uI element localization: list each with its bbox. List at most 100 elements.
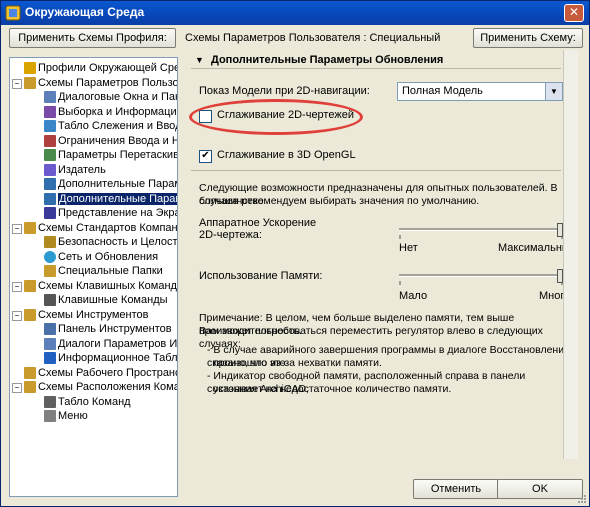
tree-item[interactable]: Табло Команд [44, 395, 131, 409]
antialias-3d-checkbox[interactable]: ✔ [199, 150, 212, 163]
tree-item[interactable]: Меню [44, 409, 88, 423]
tree-item[interactable]: Специальные Папки [44, 264, 163, 278]
tree-item-label: Панель Инструментов [58, 323, 172, 336]
keyboard-icon [44, 294, 56, 307]
tree-item-label: Диалоговые Окна и Панел [58, 91, 177, 104]
nav-mode-select[interactable]: Полная Модель ▼ [397, 82, 563, 101]
cancel-button[interactable]: Отменить [413, 479, 499, 499]
chevron-down-icon[interactable]: ▼ [545, 83, 562, 100]
tree-item[interactable]: − Схемы Клавишных Команд [12, 279, 177, 293]
options-icon [44, 192, 56, 205]
tree-item-label: Схемы Расположения Команд [38, 381, 178, 394]
settings-panel: ▼ Дополнительные Параметры Обновления По… [187, 50, 578, 459]
accel-min-label: Нет [399, 242, 418, 254]
collapse-icon[interactable]: − [12, 223, 22, 234]
collapse-icon[interactable]: − [12, 310, 22, 321]
advanced-text-2: случаев рекомендуем выбирать значения по… [199, 195, 480, 207]
close-button[interactable]: ✕ [564, 4, 584, 22]
menu-icon [44, 410, 56, 423]
options-icon [44, 178, 56, 191]
ok-button[interactable]: OK [497, 479, 583, 499]
tree-item[interactable]: Клавишные Команды [44, 293, 168, 307]
folder-icon [24, 76, 36, 89]
folder-icon [44, 265, 56, 278]
tree-item-label: Меню [58, 410, 88, 423]
info-icon [44, 352, 56, 365]
tree-item[interactable]: − Схемы Расположения Команд [12, 380, 178, 394]
tree-item[interactable]: Представление на Экране [44, 206, 177, 220]
environment-dialog: Окружающая Среда ✕ Применить Схемы Профи… [0, 0, 590, 507]
resize-grip-icon[interactable] [576, 493, 587, 504]
accel-label-1: Аппаратное Ускорение [199, 217, 317, 229]
tree-item[interactable]: Дополнительные Парамет [44, 192, 177, 206]
publisher-icon [44, 163, 56, 176]
antialias-2d-label: Сглаживание 2D-чертежей [217, 109, 354, 121]
antialias-2d-checkbox[interactable] [199, 110, 212, 123]
tree-item[interactable]: Схемы Рабочего Пространства [24, 366, 177, 380]
tree-item[interactable]: Диалоги Параметров Инстр [44, 337, 178, 351]
tree-item-label: Схемы Стандартов Компании [38, 221, 178, 234]
folder-icon [24, 221, 36, 234]
section-title: Дополнительные Параметры Обновления [210, 54, 444, 66]
bullet-2b: указывает на недостаточное количество па… [213, 383, 452, 395]
accel-slider-ticks [399, 235, 563, 239]
tree-item-label: Схемы Инструментов [38, 308, 149, 321]
folder-icon [24, 308, 36, 321]
collapse-icon[interactable]: − [12, 383, 22, 393]
constraint-icon [44, 134, 56, 147]
memory-label: Использование Памяти: [199, 270, 323, 282]
tree-item[interactable]: Издатель [44, 163, 106, 177]
tree-item-label: Диалоги Параметров Инстр [58, 337, 178, 350]
divider [191, 68, 561, 69]
drag-icon [44, 149, 56, 162]
section-header[interactable]: ▼ Дополнительные Параметры Обновления [195, 54, 443, 66]
tree-item[interactable]: Информационное Табло [44, 351, 177, 365]
scheme-label: Схемы Параметров Пользователя : Специаль… [185, 32, 441, 44]
tree-item-label: Схемы Клавишных Команд [38, 279, 177, 292]
selection-icon [44, 105, 56, 118]
folder-icon [24, 279, 36, 292]
accel-label-2: 2D-чертежа: [199, 229, 262, 241]
bullet-1b: произошло из-за нехватки памяти. [213, 357, 382, 369]
tree-item[interactable]: Табло Слежения и Ввод Ко [44, 119, 177, 133]
tracker-icon [44, 120, 56, 133]
collapse-icon[interactable]: − [12, 78, 22, 89]
tree-item-label: Профили Окружающей Среды [38, 62, 177, 75]
tree-item[interactable]: − Схемы Стандартов Компании [12, 221, 178, 235]
title-bar[interactable]: Окружающая Среда ✕ [1, 1, 589, 25]
dialog-icon [44, 91, 56, 104]
tree-item-label: Дополнительные Парамет [58, 178, 177, 191]
accel-slider-track[interactable] [399, 228, 563, 231]
tree-item-label: Дополнительные Парамет [58, 192, 177, 205]
tree-item-label: Параметры Перетаскивани [58, 149, 177, 162]
tree-item[interactable]: Дополнительные Парамет [44, 177, 177, 191]
nav-mode-value: Полная Модель [402, 85, 483, 97]
tree-item-label: Табло Слежения и Ввод Ко [58, 120, 177, 133]
memory-min-label: Мало [399, 290, 428, 302]
nav-mode-label: Показ Модели при 2D-навигации: [199, 85, 370, 97]
tree-item-label: Издатель [58, 163, 106, 176]
collapse-icon[interactable]: − [12, 281, 22, 292]
tree-item[interactable]: Сеть и Обновления [44, 250, 158, 264]
tree-item[interactable]: Профили Окружающей Среды [24, 61, 177, 75]
apply-profile-button[interactable]: Применить Схемы Профиля: [9, 28, 176, 48]
tree-item[interactable]: Выборка и Информация об [44, 105, 177, 119]
window-title: Окружающая Среда [25, 5, 145, 19]
tree-item[interactable]: Диалоговые Окна и Панел [44, 90, 177, 104]
settings-tree[interactable]: Профили Окружающей Среды − Схемы Параметро… [9, 57, 178, 497]
tree-item[interactable]: Параметры Перетаскивани [44, 148, 177, 162]
screen-icon [44, 207, 56, 220]
dialog-icon [44, 337, 56, 350]
tree-item[interactable]: − Схемы Инструментов [12, 308, 149, 322]
tree-item[interactable]: Ограничения Ввода и Напр [44, 134, 177, 148]
apply-scheme-button[interactable]: Применить Схему: [473, 28, 583, 48]
tree-item-label: Табло Команд [58, 395, 131, 408]
commands-icon [44, 395, 56, 408]
tree-item-label: Схемы Параметров Пользоват [38, 76, 178, 89]
tree-item[interactable]: Панель Инструментов [44, 322, 172, 336]
panel-scrollbar[interactable] [563, 50, 578, 459]
collapse-arrow-icon[interactable]: ▼ [195, 55, 204, 65]
tree-item[interactable]: Безопасность и Целостнос [44, 235, 177, 249]
tree-item[interactable]: − Схемы Параметров Пользоват [12, 76, 178, 90]
memory-slider-track[interactable] [399, 274, 563, 277]
